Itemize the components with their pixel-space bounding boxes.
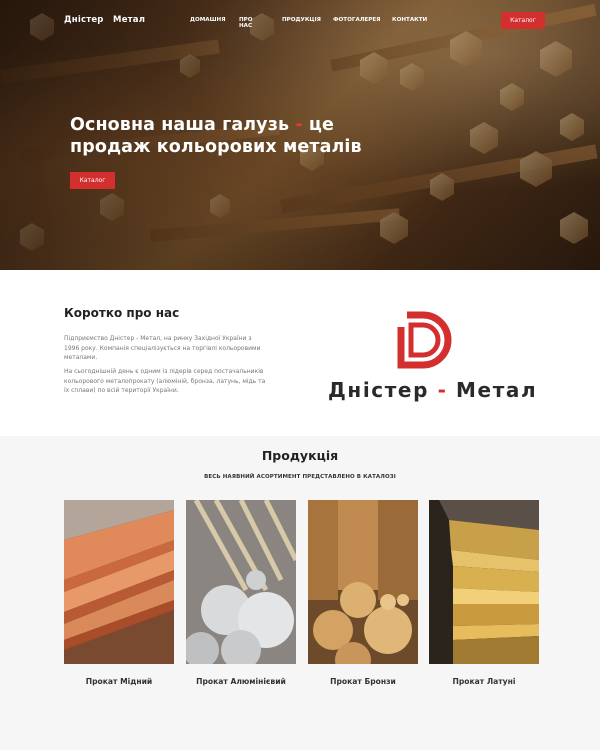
about-title: Коротко про нас (64, 306, 180, 320)
bronze-product-image (308, 500, 418, 664)
products-title: Продукція (261, 448, 339, 463)
product-label: Прокат Латуні (452, 677, 516, 686)
brass-product-image (429, 500, 539, 664)
product-label: Прокат Алюмінієвий (196, 677, 286, 686)
hero-banner: Дністер Метал ДОМАШНЯ ПРО НАС ПРОДУКЦІЯ … (0, 0, 600, 270)
menu-item-contacts[interactable]: КОНТАКТИ (392, 17, 427, 23)
product-label: Прокат Мідний (85, 677, 153, 686)
product-card-bronze[interactable]: Прокат Бронзи (308, 500, 418, 687)
about-section: Коротко про нас Підприємство Дністер - М… (0, 270, 600, 436)
company-logo-icon (397, 311, 452, 369)
product-card-copper[interactable]: Прокат Мідний (64, 500, 174, 687)
brand-logo-text[interactable]: Дністер Метал (64, 15, 145, 25)
product-card-brass[interactable]: Прокат Латуні (429, 500, 539, 687)
about-paragraph-1: Підприємство Дністер - Метал, на ринку З… (64, 335, 261, 361)
hero-title: Основна наша галузь - це продаж кольоров… (70, 115, 362, 157)
top-navigation: Дністер Метал ДОМАШНЯ ПРО НАС ПРОДУКЦІЯ … (0, 0, 600, 40)
company-logo-wordmark: Дністер - Метал (328, 378, 538, 402)
menu-item-about[interactable]: ПРО НАС (239, 17, 253, 29)
catalog-button[interactable]: Каталог (501, 12, 545, 29)
menu-item-products[interactable]: ПРОДУКЦІЯ (282, 17, 321, 23)
menu-item-home[interactable]: ДОМАШНЯ (190, 17, 226, 23)
products-section: Продукція ВЕСЬ НАЯВНИЙ АСОРТИМЕНТ ПРЕДСТ… (0, 436, 600, 750)
products-subtitle: ВЕСЬ НАЯВНИЙ АСОРТИМЕНТ ПРЕДСТАВЛЕНО В К… (204, 474, 396, 480)
product-card-aluminum[interactable]: Прокат Алюмінієвий (186, 500, 296, 687)
copper-product-image (64, 500, 174, 664)
about-paragraph-2: На сьогоднішній день є одним із лідерів … (64, 368, 266, 394)
product-label: Прокат Бронзи (330, 677, 396, 686)
menu-item-gallery[interactable]: ФОТОГАЛЕРЕЯ (333, 17, 380, 23)
hero-catalog-button[interactable]: Каталог (70, 172, 115, 189)
aluminum-product-image (186, 500, 296, 664)
